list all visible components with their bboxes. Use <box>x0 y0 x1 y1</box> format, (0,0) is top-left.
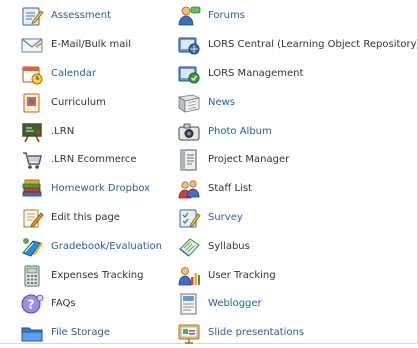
item-label[interactable]: Survey <box>208 212 243 223</box>
lors-management-icon <box>177 62 201 86</box>
item-label[interactable]: File Storage <box>51 328 110 338</box>
item-label[interactable]: Weblogger <box>208 299 262 309</box>
item-label[interactable]: Slide presentations <box>208 328 304 338</box>
list-item-lors-management[interactable]: LORS Management <box>177 60 413 89</box>
calculator-icon <box>20 264 44 288</box>
item-label: Curriculum <box>51 96 106 108</box>
list-item-assessment[interactable]: Assessment <box>20 2 180 31</box>
weblogger-icon <box>177 292 201 316</box>
list-item-curriculum[interactable]: Curriculum <box>20 88 180 117</box>
newspaper-icon <box>177 91 201 115</box>
list-item-syllabus[interactable]: Syllabus <box>177 232 413 261</box>
apps-column-right: Forums LORS Central (Learning Object Rep… <box>177 2 418 348</box>
item-label: Edit this page <box>51 211 120 223</box>
list-item-faqs[interactable]: ? FAQs <box>20 290 180 319</box>
slides-icon <box>177 321 201 345</box>
chalkboard-icon <box>20 120 44 144</box>
item-label[interactable]: Assessment <box>51 11 111 21</box>
faq-icon: ? <box>20 292 44 316</box>
user-tracking-icon <box>177 264 201 288</box>
list-item-email[interactable]: E-Mail/Bulk mail <box>20 31 180 60</box>
list-item-expenses[interactable]: Expenses Tracking <box>20 261 180 290</box>
item-label: FAQs <box>51 298 76 310</box>
list-item-news[interactable]: News <box>177 88 413 117</box>
curriculum-icon <box>20 91 44 115</box>
item-label: LORS Central (Learning Object Repository… <box>208 39 418 51</box>
lors-central-icon <box>177 33 201 57</box>
item-label: LORS Management <box>208 67 304 79</box>
gradebook-icon <box>20 235 44 259</box>
item-label[interactable]: Calendar <box>51 68 96 79</box>
item-label: E-Mail/Bulk mail <box>51 39 131 51</box>
list-item-lrn[interactable]: .LRN <box>20 117 180 146</box>
assessment-icon <box>20 4 44 28</box>
list-item-user-tracking[interactable]: User Tracking <box>177 261 413 290</box>
shopping-cart-icon <box>20 148 44 172</box>
item-label[interactable]: Forums <box>208 11 245 21</box>
list-item-weblogger[interactable]: Weblogger <box>177 290 413 319</box>
syllabus-icon <box>177 235 201 259</box>
books-icon <box>20 177 44 201</box>
envelope-icon <box>20 33 44 57</box>
folder-icon <box>20 321 44 345</box>
list-item-edit-page[interactable]: Edit this page <box>20 204 180 233</box>
list-item-project-manager[interactable]: Project Manager <box>177 146 413 175</box>
item-label: .LRN <box>51 125 75 137</box>
list-item-lrn-ecommerce[interactable]: .LRN Ecommerce <box>20 146 180 175</box>
list-item-lors-central[interactable]: LORS Central (Learning Object Repository… <box>177 31 418 60</box>
item-label[interactable]: Gradebook/Evaluation <box>51 241 162 252</box>
item-label: User Tracking <box>208 269 276 281</box>
survey-icon <box>177 206 201 230</box>
calendar-icon <box>20 62 44 86</box>
list-item-forums[interactable]: Forums <box>177 2 413 31</box>
item-label: Staff List <box>208 183 252 195</box>
svg-text:?: ? <box>28 298 35 312</box>
item-label[interactable]: News <box>208 97 235 108</box>
item-label: Syllabus <box>208 240 250 252</box>
item-label[interactable]: Homework Dropbox <box>51 184 150 194</box>
staff-list-icon <box>177 177 201 201</box>
list-item-slides[interactable]: Slide presentations <box>177 319 413 348</box>
item-label: Project Manager <box>208 154 290 166</box>
list-item-homework-dropbox[interactable]: Homework Dropbox <box>20 175 180 204</box>
list-item-survey[interactable]: Survey <box>177 204 413 233</box>
item-label: Expenses Tracking <box>51 269 144 281</box>
list-item-file-storage[interactable]: File Storage <box>20 319 180 348</box>
forums-icon <box>177 4 201 28</box>
project-manager-icon <box>177 148 201 172</box>
camera-icon <box>177 120 201 144</box>
list-item-photo-album[interactable]: Photo Album <box>177 117 413 146</box>
list-item-gradebook[interactable]: Gradebook/Evaluation <box>20 232 180 261</box>
list-item-calendar[interactable]: Calendar <box>20 60 180 89</box>
apps-column-left: Assessment E-Mail/Bulk mail Calendar Cur… <box>20 2 180 348</box>
edit-page-icon <box>20 206 44 230</box>
item-label[interactable]: Photo Album <box>208 126 272 137</box>
item-label: .LRN Ecommerce <box>51 154 137 166</box>
list-item-staff-list[interactable]: Staff List <box>177 175 413 204</box>
